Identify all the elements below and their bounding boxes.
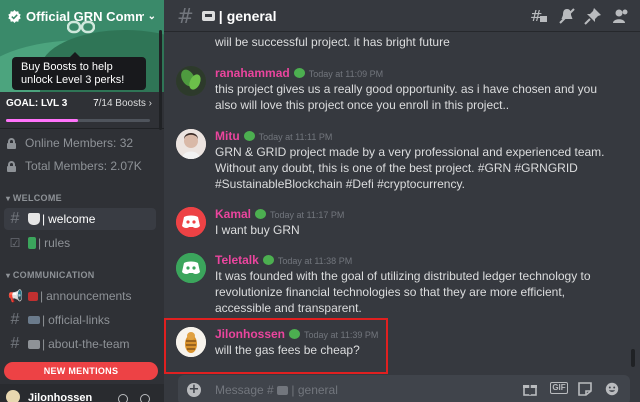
channel-rules[interactable]: ☑ | rules	[4, 232, 156, 254]
message-highlight-box	[164, 318, 388, 374]
channel-label: rules	[44, 236, 71, 250]
megaphone-emoji-icon	[28, 291, 38, 301]
threads-icon[interactable]: #	[530, 7, 548, 25]
headphones-icon[interactable]	[140, 394, 150, 402]
buildings-emoji-icon	[28, 339, 40, 349]
discord-logo-icon	[176, 253, 206, 283]
role-badge-icon	[293, 68, 305, 78]
message-text: wiil be successful project. it has brigh…	[215, 35, 450, 49]
channel-about-the-team[interactable]: # | about-the-team	[4, 333, 156, 355]
chevron-down-icon[interactable]: ⌄	[148, 11, 156, 22]
author-name: Kamal	[215, 207, 252, 221]
online-members-stat[interactable]: Online Members: 32	[7, 133, 133, 153]
channel-welcome[interactable]: # | welcome	[4, 208, 156, 230]
message-text: It was founded with the goal of utilizin…	[215, 269, 591, 315]
gif-button[interactable]: GIF	[550, 382, 568, 394]
user-panel: Jilonhossen	[0, 384, 164, 402]
author-name: Mitu	[215, 129, 240, 143]
message-input[interactable]: Message # | general	[215, 383, 338, 397]
avatar[interactable]	[176, 207, 206, 237]
message-text: I want buy GRN	[215, 223, 300, 237]
text-channel-icon: #	[10, 311, 20, 328]
lock-icon	[7, 160, 16, 172]
author-name: Teletalk	[215, 253, 259, 267]
mute-bell-icon[interactable]	[558, 7, 576, 25]
channel-label: announcements	[46, 289, 132, 303]
boost-progress-fill	[6, 119, 78, 122]
sticker-icon[interactable]	[577, 382, 593, 396]
message-input-channel: | general	[291, 383, 338, 397]
boost-count-total: /14 Boosts	[98, 98, 146, 109]
boost-tooltip: Buy Boosts to help unlock Level 3 perks!	[12, 52, 146, 90]
lock-icon	[7, 137, 16, 149]
gift-icon[interactable]	[522, 382, 538, 396]
channel-title: general	[226, 7, 277, 24]
plant-avatar-icon	[176, 66, 206, 96]
category-communication[interactable]: COMMUNICATION	[6, 270, 95, 280]
member-list-icon[interactable]	[612, 7, 630, 25]
author-name: ranahammad	[215, 66, 290, 80]
server-name: Official GRN Commu	[26, 8, 144, 24]
message-author[interactable]: Mitu Today at 11:11 PM	[215, 129, 332, 143]
channel-label: welcome	[48, 212, 96, 226]
role-badge-icon	[243, 131, 255, 141]
announcement-channel-icon: 📢	[8, 289, 23, 303]
avatar[interactable]	[176, 66, 206, 96]
scrollbar-thumb[interactable]	[631, 349, 635, 367]
message-author[interactable]: ranahammad Today at 11:09 PM	[215, 66, 383, 80]
chat-emoji-icon	[201, 10, 215, 21]
message-text: this project gives us a really good oppo…	[215, 82, 598, 112]
server-sidebar: Official GRN Commu ⌄ Buy Boosts to help …	[0, 0, 164, 402]
green-book-emoji-icon	[28, 237, 36, 249]
emoji-icon[interactable]	[604, 382, 620, 396]
discord-logo-icon	[176, 207, 206, 237]
text-channel-icon: #	[10, 335, 20, 352]
boost-progress-bar	[6, 119, 150, 122]
map-emoji-icon	[28, 316, 40, 324]
avatar[interactable]	[176, 129, 206, 159]
text-channel-icon: #	[10, 210, 20, 227]
boost-count: 7/14 Boosts ›	[93, 98, 152, 109]
channel-header-bar: |	[218, 7, 223, 24]
message-timestamp: Today at 11:38 PM	[277, 256, 353, 266]
total-members-stat[interactable]: Total Members: 2.07K	[7, 156, 142, 176]
text-channel-icon: #	[177, 3, 194, 28]
coffee-emoji-icon	[28, 213, 40, 225]
current-username: Jilonhossen	[28, 392, 93, 402]
message-text: GRN & GRID project made by a very profes…	[215, 145, 605, 191]
avatar[interactable]	[6, 390, 20, 402]
person-avatar-icon	[176, 129, 206, 159]
boost-goal[interactable]: GOAL: LVL 3 7/14 Boosts ›	[6, 98, 152, 109]
online-members-label: Online Members: 32	[25, 136, 134, 150]
message-timestamp: Today at 11:17 PM	[270, 210, 345, 220]
microphone-icon[interactable]	[118, 394, 128, 402]
message-timestamp: Today at 11:09 PM	[308, 69, 384, 79]
channel-label: about-the-team	[48, 337, 130, 351]
sidebar-scrollbar[interactable]	[159, 30, 162, 130]
channel-official-links[interactable]: # | official-links	[4, 309, 156, 331]
add-attachment-icon[interactable]: +	[187, 383, 201, 397]
rules-channel-icon: ☑	[9, 236, 21, 250]
message-author[interactable]: Teletalk Today at 11:38 PM	[215, 253, 352, 267]
total-members-label: Total Members: 2.07K	[25, 159, 142, 173]
pin-icon[interactable]	[584, 7, 602, 25]
message-composer[interactable]: + Message # | general GIF	[178, 375, 630, 402]
message-timestamp: Today at 11:11 PM	[258, 132, 333, 142]
role-badge-icon	[255, 209, 267, 219]
new-mentions-button[interactable]: NEW MENTIONS	[4, 362, 158, 380]
avatar[interactable]	[176, 253, 206, 283]
goal-label: GOAL: LVL 3	[6, 98, 68, 109]
channel-announcements[interactable]: 📢 | announcements	[4, 285, 156, 307]
message-input-placeholder: Message #	[215, 383, 274, 397]
role-badge-icon	[262, 255, 274, 265]
message-scrollbar[interactable]	[630, 33, 636, 370]
message-author[interactable]: Kamal Today at 11:17 PM	[215, 207, 344, 221]
divider	[0, 128, 164, 129]
channel-label: official-links	[48, 313, 110, 327]
category-welcome[interactable]: WELCOME	[6, 193, 62, 203]
chat-emoji-icon	[277, 386, 289, 395]
server-header[interactable]: Official GRN Commu ⌄	[0, 0, 164, 32]
verified-partner-icon	[8, 9, 21, 23]
